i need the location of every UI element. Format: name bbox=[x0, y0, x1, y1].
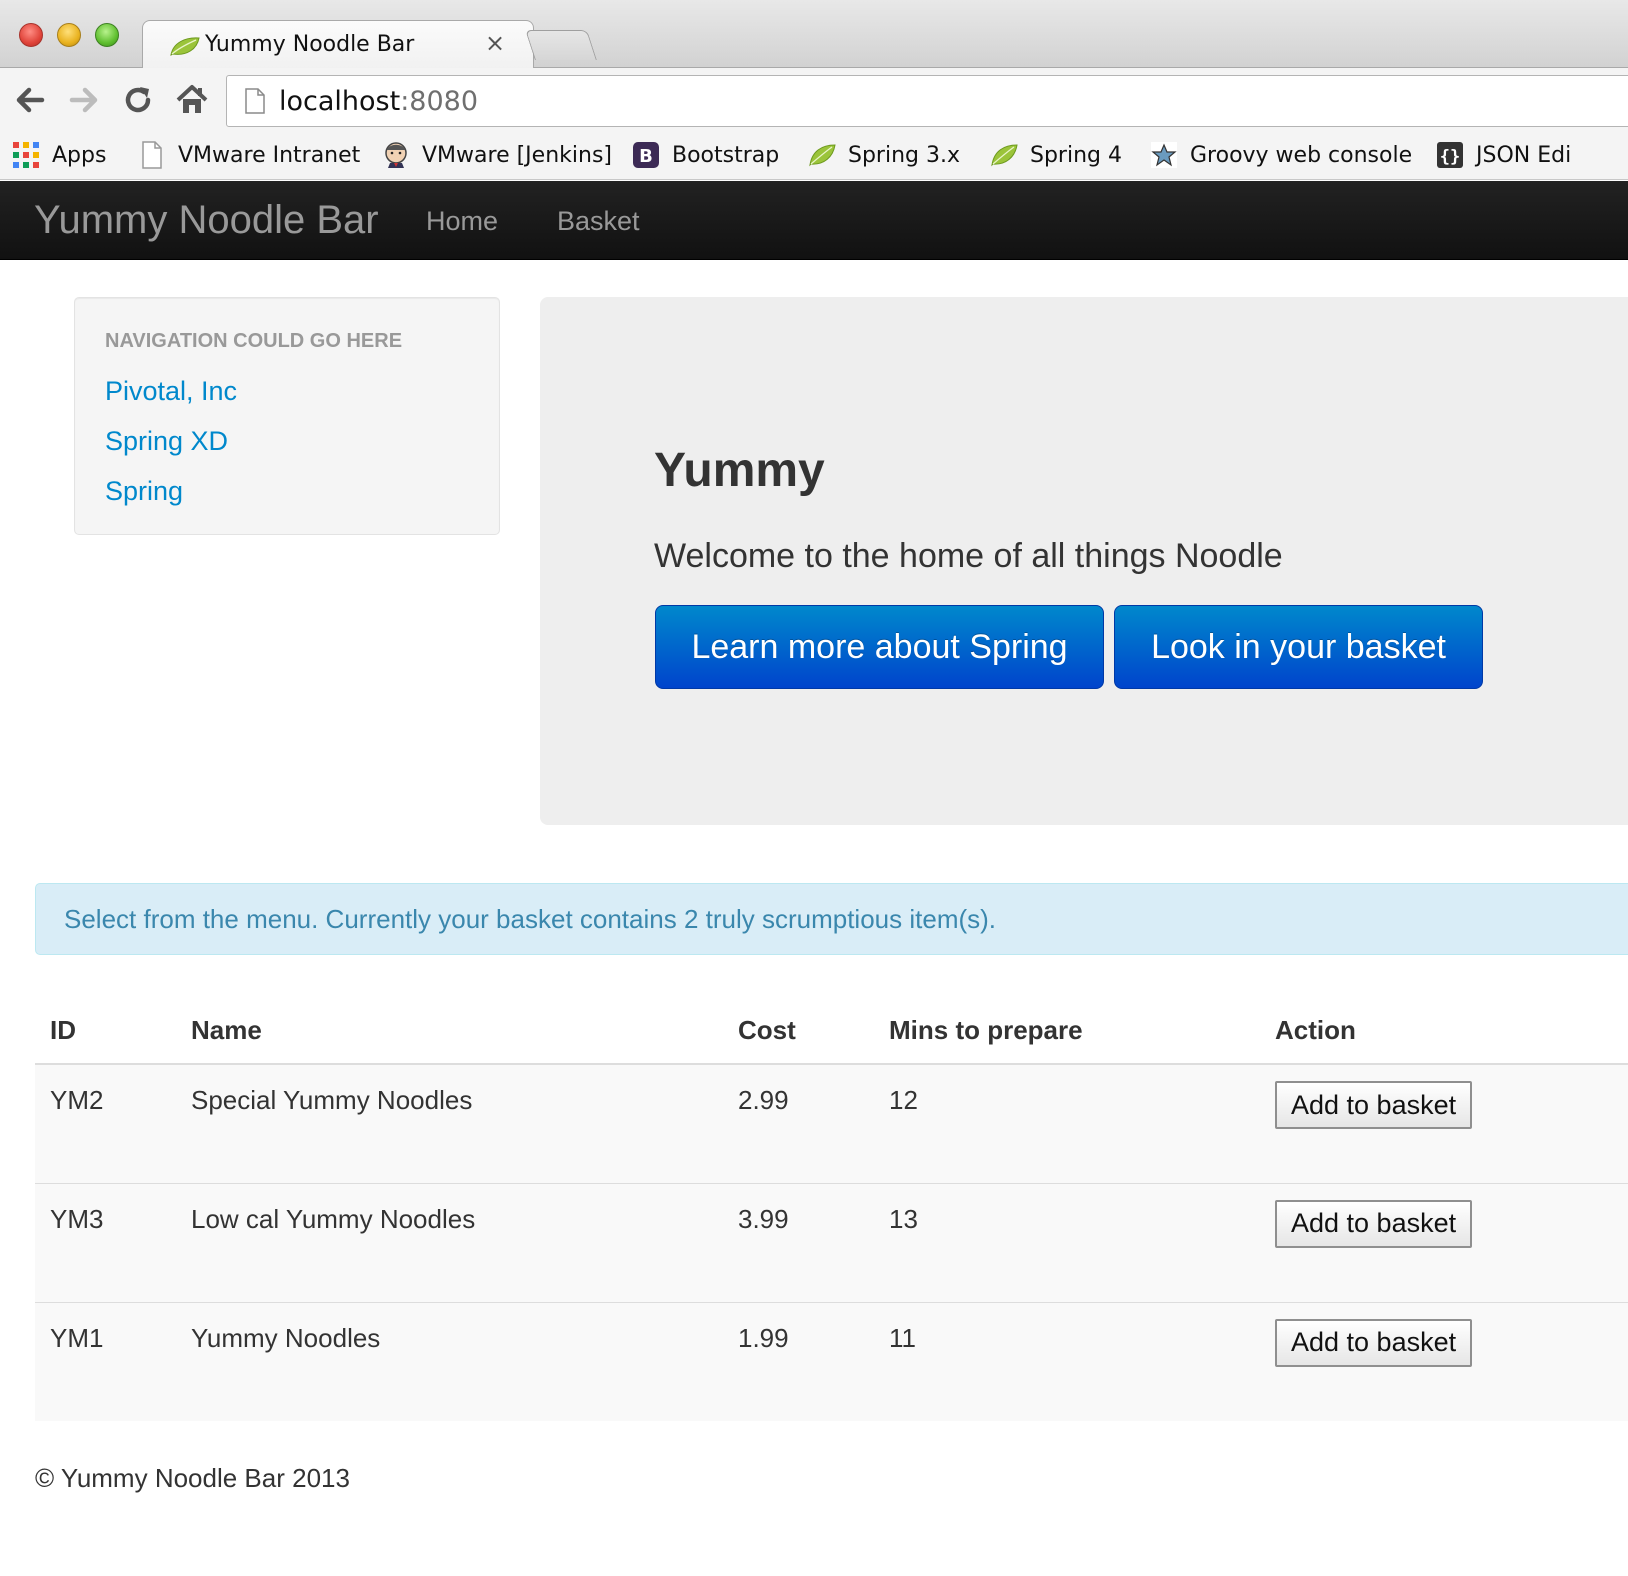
table-header-row: ID Name Cost Mins to prepare Action bbox=[35, 998, 1628, 1065]
hero-title: Yummy bbox=[654, 444, 825, 497]
sidebar-link-spring[interactable]: Spring bbox=[105, 476, 183, 507]
cell-id: YM1 bbox=[35, 1301, 176, 1421]
apps-grid-icon bbox=[13, 142, 39, 168]
bookmark-label: Spring 4 bbox=[1030, 142, 1122, 168]
cell-cost: 3.99 bbox=[723, 1182, 874, 1302]
cell-action: Add to basket bbox=[1260, 1301, 1628, 1421]
table-row: YM3 Low cal Yummy Noodles 3.99 13 Add to… bbox=[35, 1182, 1628, 1302]
alert-text: Select from the menu. Currently your bas… bbox=[64, 904, 997, 934]
column-header-id: ID bbox=[35, 998, 176, 1065]
zoom-window-button[interactable] bbox=[95, 23, 119, 47]
back-arrow-icon[interactable] bbox=[12, 82, 48, 118]
cell-mins: 13 bbox=[874, 1182, 1260, 1302]
tab-close-icon[interactable]: × bbox=[485, 29, 505, 57]
page-footer: © Yummy Noodle Bar 2013 bbox=[35, 1463, 350, 1493]
cell-name: Low cal Yummy Noodles bbox=[176, 1182, 723, 1302]
bookmark-spring-3x[interactable]: Spring 3.x bbox=[808, 130, 960, 180]
json-braces-icon: {} bbox=[1437, 142, 1463, 168]
bookmark-vmware-jenkins[interactable]: VMware [Jenkins] bbox=[382, 130, 612, 180]
bookmark-label: Apps bbox=[52, 142, 107, 168]
bookmark-label: Groovy web console bbox=[1190, 142, 1413, 168]
basket-status-alert: Select from the menu. Currently your bas… bbox=[35, 883, 1628, 955]
column-header-mins: Mins to prepare bbox=[874, 998, 1260, 1065]
bookmark-label: VMware Intranet bbox=[178, 142, 361, 168]
menu-table: ID Name Cost Mins to prepare Action YM2 … bbox=[35, 998, 1628, 1421]
nav-basket-link[interactable]: Basket bbox=[557, 206, 640, 237]
nav-home-link[interactable]: Home bbox=[426, 206, 498, 237]
sidebar-link-pivotal[interactable]: Pivotal, Inc bbox=[105, 376, 237, 407]
cell-action: Add to basket bbox=[1260, 1182, 1628, 1302]
page-icon bbox=[245, 88, 265, 114]
cell-cost: 2.99 bbox=[723, 1063, 874, 1183]
cell-mins: 11 bbox=[874, 1301, 1260, 1421]
table-row: YM2 Special Yummy Noodles 2.99 12 Add to… bbox=[35, 1063, 1628, 1183]
bookmarks-bar: Apps VMware Intranet VMware [Jenkins] B … bbox=[0, 130, 1628, 180]
spring-leaf-icon bbox=[809, 144, 836, 167]
svg-text:{}: {} bbox=[1440, 147, 1460, 167]
spring-leaf-icon bbox=[991, 144, 1018, 167]
browser-toolbar: localhost:8080 bbox=[0, 68, 1628, 130]
blank-page-icon bbox=[142, 141, 162, 169]
minimize-window-button[interactable] bbox=[57, 23, 81, 47]
add-to-basket-button[interactable]: Add to basket bbox=[1275, 1199, 1473, 1248]
bookmark-spring-4[interactable]: Spring 4 bbox=[990, 130, 1122, 180]
bootstrap-icon: B bbox=[633, 142, 659, 168]
tab-strip: Yummy Noodle Bar × bbox=[0, 0, 1628, 69]
bookmark-label: VMware [Jenkins] bbox=[422, 142, 612, 168]
cell-id: YM2 bbox=[35, 1063, 176, 1183]
cell-mins: 12 bbox=[874, 1063, 1260, 1183]
cell-action: Add to basket bbox=[1260, 1063, 1628, 1183]
cell-name: Yummy Noodles bbox=[176, 1301, 723, 1421]
bookmark-json-editor[interactable]: {} JSON Edi bbox=[1436, 130, 1571, 180]
add-to-basket-button[interactable]: Add to basket bbox=[1275, 1318, 1473, 1367]
groovy-star-icon bbox=[1151, 142, 1177, 168]
site-navbar: Yummy Noodle Bar Home Basket bbox=[0, 181, 1628, 260]
learn-spring-button[interactable]: Learn more about Spring bbox=[655, 605, 1104, 689]
cell-name: Special Yummy Noodles bbox=[176, 1063, 723, 1183]
svg-text:B: B bbox=[639, 146, 653, 167]
bookmark-label: Spring 3.x bbox=[848, 142, 960, 168]
table-row: YM1 Yummy Noodles 1.99 11 Add to basket bbox=[35, 1301, 1628, 1421]
address-bar[interactable]: localhost:8080 bbox=[226, 75, 1628, 127]
column-header-name: Name bbox=[176, 998, 723, 1065]
column-header-action: Action bbox=[1260, 998, 1628, 1065]
cell-cost: 1.99 bbox=[723, 1301, 874, 1421]
hero-text: Welcome to the home of all things Noodle bbox=[654, 537, 1283, 575]
close-window-button[interactable] bbox=[19, 23, 43, 47]
tab-title: Yummy Noodle Bar bbox=[205, 32, 415, 57]
bookmark-apps[interactable]: Apps bbox=[12, 130, 106, 180]
sidebar-nav: Navigation could go here Pivotal, Inc Sp… bbox=[74, 297, 500, 535]
reload-icon[interactable] bbox=[120, 82, 156, 118]
bookmark-label: Bootstrap bbox=[672, 142, 780, 168]
bookmark-vmware-intranet[interactable]: VMware Intranet bbox=[138, 130, 360, 180]
hero-unit: Yummy Welcome to the home of all things … bbox=[540, 297, 1628, 825]
url-host: localhost bbox=[279, 86, 401, 117]
brand-link[interactable]: Yummy Noodle Bar bbox=[34, 198, 379, 243]
cell-id: YM3 bbox=[35, 1182, 176, 1302]
tab-yummy-noodle-bar[interactable]: Yummy Noodle Bar × bbox=[142, 20, 534, 69]
add-to-basket-button[interactable]: Add to basket bbox=[1275, 1081, 1473, 1129]
view-basket-button[interactable]: Look in your basket bbox=[1114, 605, 1483, 689]
bookmark-groovy-web-console[interactable]: Groovy web console bbox=[1150, 130, 1412, 180]
spring-leaf-icon bbox=[170, 37, 200, 56]
forward-arrow-icon[interactable] bbox=[66, 82, 102, 118]
home-icon[interactable] bbox=[174, 82, 210, 118]
sidebar-header: Navigation could go here bbox=[105, 330, 403, 352]
jenkins-icon bbox=[385, 142, 407, 168]
column-header-cost: Cost bbox=[723, 998, 874, 1065]
new-tab-button[interactable] bbox=[525, 30, 597, 60]
bookmark-label: JSON Edi bbox=[1476, 142, 1572, 168]
sidebar-link-spring-xd[interactable]: Spring XD bbox=[105, 426, 228, 457]
url-port: :8080 bbox=[400, 86, 479, 117]
bookmark-bootstrap[interactable]: B Bootstrap bbox=[632, 130, 779, 180]
url-text: localhost:8080 bbox=[279, 86, 478, 117]
